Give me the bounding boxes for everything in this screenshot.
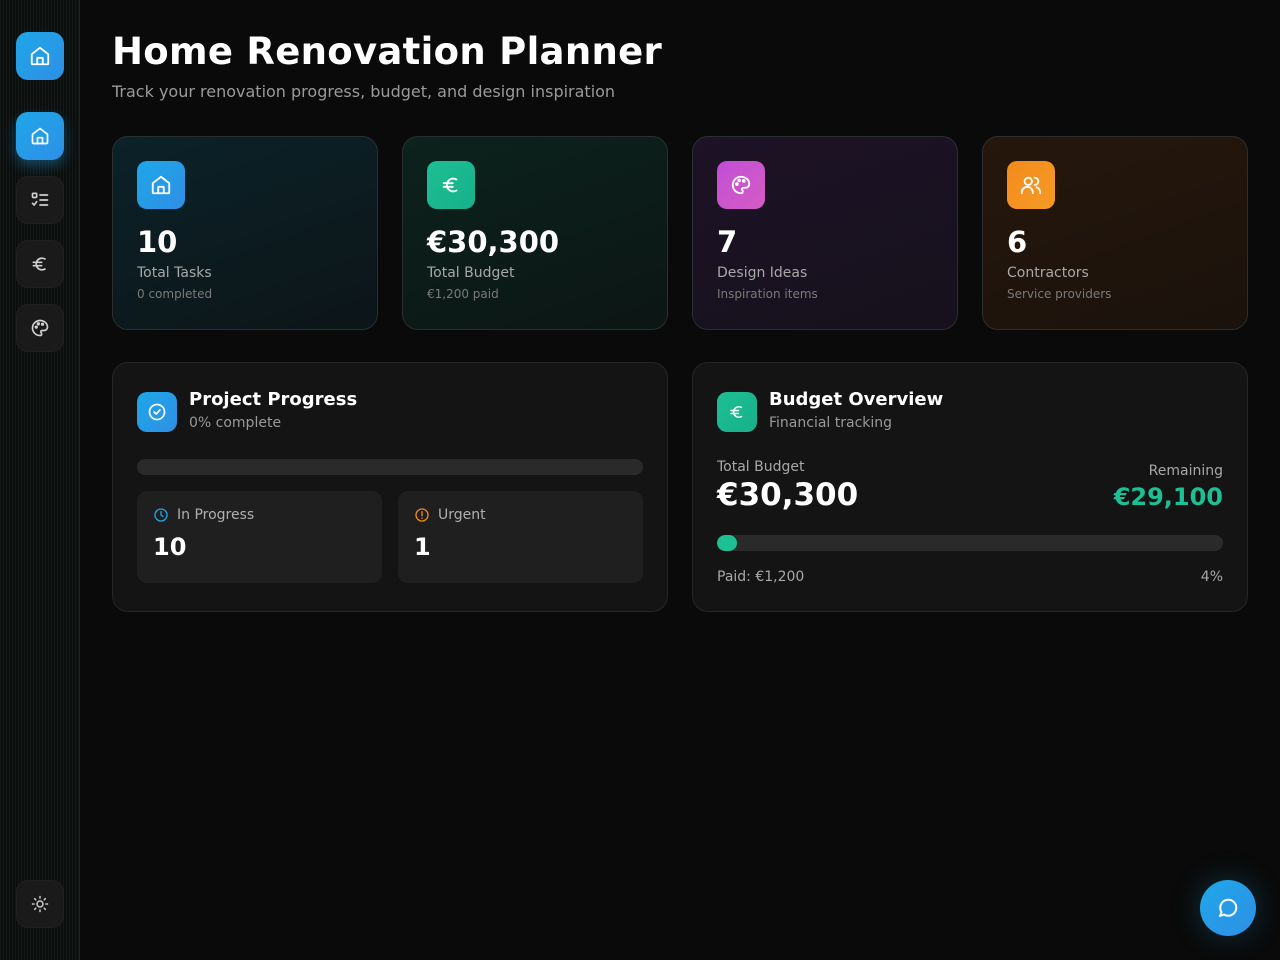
budget-progress-fill xyxy=(717,535,738,551)
in-progress-label-row: In Progress xyxy=(153,507,366,523)
budget-percent: 4% xyxy=(1200,569,1223,585)
panel-icon-wrap xyxy=(137,392,177,432)
palette-icon xyxy=(731,175,751,195)
stat-card-tasks[interactable]: 10 Total Tasks 0 completed xyxy=(112,136,378,330)
home-icon xyxy=(30,46,50,66)
users-icon xyxy=(1020,176,1042,195)
budget-summary: Total Budget €30,300 Remaining €29,100 xyxy=(717,459,1223,513)
sidebar-item-tasks[interactable] xyxy=(16,176,64,224)
theme-toggle-button[interactable] xyxy=(16,880,64,928)
in-progress-card[interactable]: In Progress 10 xyxy=(137,491,382,583)
stat-value: 10 xyxy=(137,225,178,259)
paid-text: Paid: €1,200 xyxy=(717,569,805,585)
sidebar-item-design[interactable] xyxy=(16,304,64,352)
sidebar xyxy=(0,0,80,960)
sidebar-item-home[interactable] xyxy=(16,112,64,160)
stat-card-design[interactable]: 7 Design Ideas Inspiration items xyxy=(692,136,958,330)
budget-overview-panel: Budget Overview Financial tracking Total… xyxy=(692,362,1248,612)
stat-icon-wrap xyxy=(717,161,765,209)
page-title: Home Renovation Planner xyxy=(112,30,663,73)
in-progress-value: 10 xyxy=(153,533,187,561)
project-progress-panel: Project Progress 0% complete In Progress… xyxy=(112,362,668,612)
euro-icon xyxy=(32,257,46,271)
stat-value: 6 xyxy=(1007,225,1028,259)
page-subtitle: Track your renovation progress, budget, … xyxy=(112,82,616,101)
alert-circle-icon xyxy=(415,508,429,522)
panel-subtitle: 0% complete xyxy=(189,415,282,431)
euro-icon xyxy=(442,177,458,193)
chat-button[interactable] xyxy=(1200,880,1256,936)
urgent-value: 1 xyxy=(414,533,431,561)
in-progress-label: In Progress xyxy=(177,507,255,523)
stat-sub: 0 completed xyxy=(137,287,213,301)
euro-icon xyxy=(730,406,743,418)
stat-sub: Service providers xyxy=(1007,287,1112,301)
remaining-label: Remaining xyxy=(1148,463,1223,479)
remaining-block: Remaining €29,100 xyxy=(1114,463,1223,511)
project-progress-bar xyxy=(137,459,643,475)
stat-card-contractors[interactable]: 6 Contractors Service providers xyxy=(982,136,1248,330)
app-logo[interactable] xyxy=(16,32,64,80)
stat-sub: Inspiration items xyxy=(717,287,818,301)
panel-title: Project Progress xyxy=(189,389,358,410)
stat-label: Total Budget xyxy=(427,265,515,281)
stat-label: Contractors xyxy=(1007,265,1089,281)
panel-subtitle: Financial tracking xyxy=(769,415,893,431)
urgent-card[interactable]: Urgent 1 xyxy=(398,491,643,583)
home-icon xyxy=(151,175,171,195)
sidebar-item-budget[interactable] xyxy=(16,240,64,288)
stat-value: €30,300 xyxy=(427,225,560,259)
palette-icon xyxy=(31,319,49,337)
panel-icon-wrap xyxy=(717,392,757,432)
home-icon xyxy=(31,127,49,145)
urgent-label: Urgent xyxy=(438,507,486,523)
checklist-icon xyxy=(31,192,49,206)
panel-header: Budget Overview Financial tracking xyxy=(717,387,1223,432)
chat-bubble-icon xyxy=(1219,898,1238,917)
budget-footer: Paid: €1,200 4% xyxy=(717,569,1223,585)
check-circle-icon xyxy=(148,403,166,421)
sun-icon xyxy=(31,895,49,913)
stat-sub: €1,200 paid xyxy=(427,287,499,301)
stat-label: Design Ideas xyxy=(717,265,808,281)
stat-value: 7 xyxy=(717,225,738,259)
panel-header: Project Progress 0% complete xyxy=(137,387,643,432)
stat-card-budget[interactable]: €30,300 Total Budget €1,200 paid xyxy=(402,136,668,330)
budget-progress-bar xyxy=(717,535,1223,551)
clock-icon xyxy=(154,508,168,522)
stat-label: Total Tasks xyxy=(137,265,212,281)
urgent-label-row: Urgent xyxy=(414,507,627,523)
stat-icon-wrap xyxy=(427,161,475,209)
stat-icon-wrap xyxy=(1007,161,1055,209)
remaining-value: €29,100 xyxy=(1113,483,1223,511)
stat-icon-wrap xyxy=(137,161,185,209)
panel-title: Budget Overview xyxy=(769,389,944,410)
